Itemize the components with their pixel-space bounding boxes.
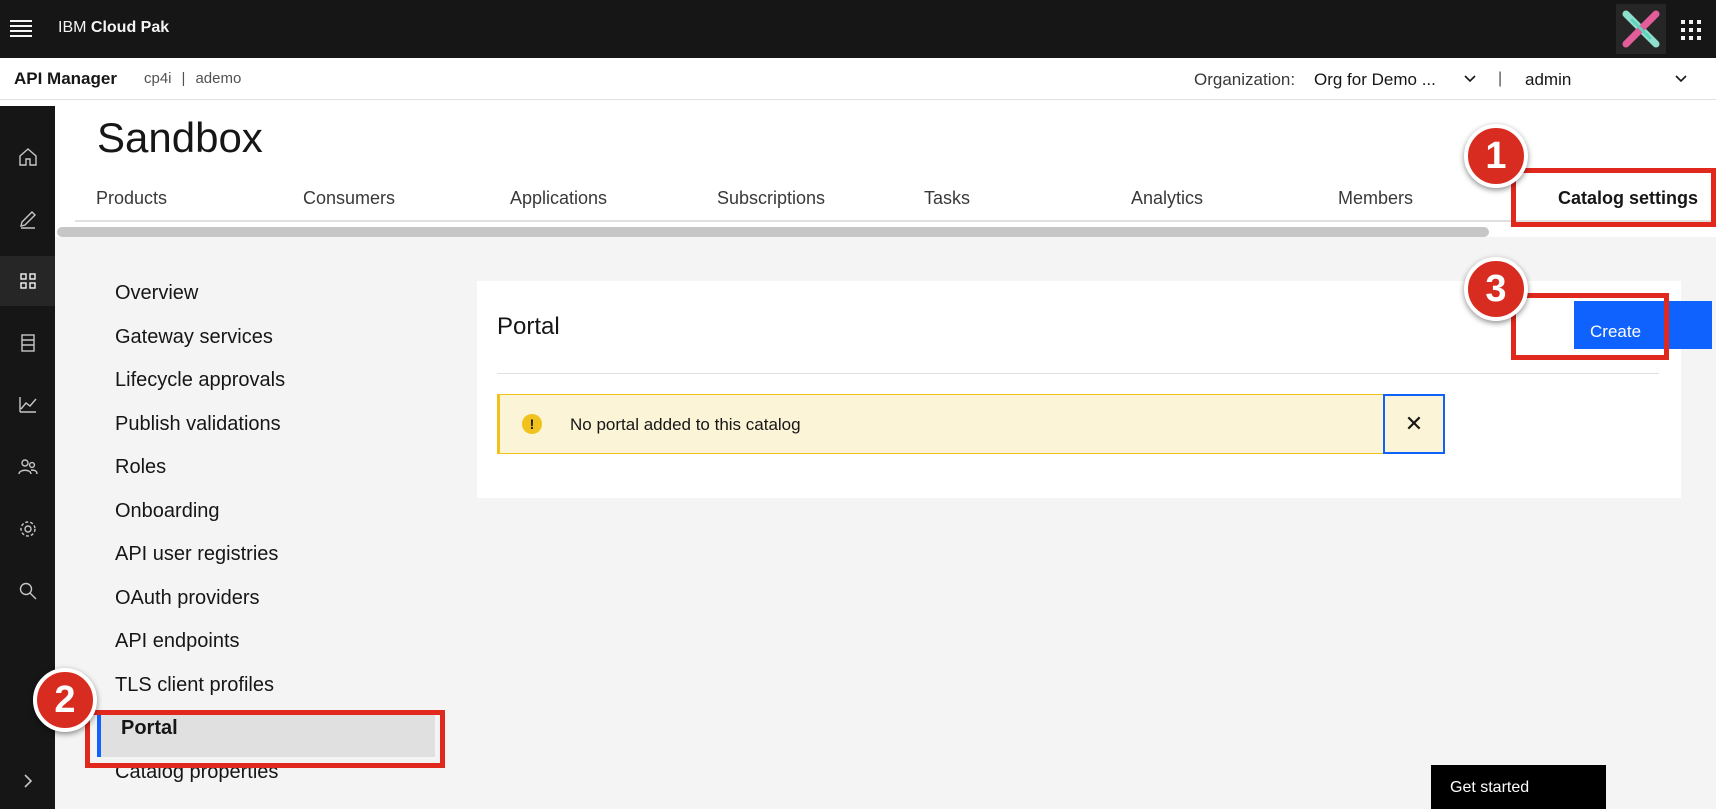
search-icon[interactable] bbox=[0, 566, 55, 616]
portal-title: Portal bbox=[497, 313, 560, 340]
tabs-scrollbar[interactable] bbox=[57, 227, 1489, 237]
organization-select[interactable]: Org for Demo ... bbox=[1314, 70, 1436, 90]
home-icon[interactable] bbox=[0, 132, 55, 182]
step-badge-1: 1 bbox=[1464, 124, 1528, 188]
step-badge-3: 3 bbox=[1464, 257, 1528, 321]
page-title: Sandbox bbox=[97, 114, 263, 161]
organization-label: Organization: bbox=[1194, 70, 1296, 89]
tab-applications[interactable]: Applications bbox=[489, 178, 696, 222]
header-divider: | bbox=[1498, 70, 1503, 87]
global-header: IBM Cloud Pak bbox=[0, 0, 1716, 58]
notification-message: No portal added to this catalog bbox=[570, 415, 801, 434]
close-icon[interactable]: ✕ bbox=[1383, 394, 1445, 454]
brand-name[interactable]: IBM Cloud Pak bbox=[58, 19, 169, 37]
get-started-button[interactable]: Get started bbox=[1431, 765, 1606, 809]
users-icon[interactable] bbox=[0, 442, 55, 492]
edit-icon[interactable] bbox=[0, 194, 55, 244]
brand-product: Cloud Pak bbox=[90, 19, 170, 36]
app-name[interactable]: API Manager bbox=[14, 69, 117, 89]
tab-subscriptions[interactable]: Subscriptions bbox=[696, 178, 903, 222]
annotation-box-portal bbox=[85, 710, 445, 768]
warning-icon: ! bbox=[522, 414, 542, 434]
app-header: API Manager cp4i | ademo Organization: Org… bbox=[0, 58, 1716, 100]
sidenav-item-gateway-services[interactable]: Gateway services bbox=[95, 322, 435, 366]
sidenav-item-api-endpoints[interactable]: API endpoints bbox=[95, 626, 435, 670]
breadcrumb-separator: | bbox=[181, 70, 186, 87]
chevron-down-icon[interactable] bbox=[1674, 72, 1688, 86]
tab-tasks[interactable]: Tasks bbox=[903, 178, 1110, 222]
breadcrumb: cp4i | ademo bbox=[144, 70, 241, 87]
sidenav-item-tls-client-profiles[interactable]: TLS client profiles bbox=[95, 670, 435, 714]
sidenav-item-lifecycle-approvals[interactable]: Lifecycle approvals bbox=[95, 365, 435, 409]
tab-analytics[interactable]: Analytics bbox=[1110, 178, 1317, 222]
sidenav-item-publish-validations[interactable]: Publish validations bbox=[95, 409, 435, 453]
main-content: Sandbox Products Consumers Applications … bbox=[55, 100, 1716, 809]
sidenav-item-api-user-registries[interactable]: API user registries bbox=[95, 539, 435, 583]
logo-x-icon bbox=[1622, 10, 1660, 48]
page-root: IBM Cloud Pak API Manager cp4i | ademo Org… bbox=[0, 0, 1716, 809]
settings-icon[interactable] bbox=[0, 504, 55, 554]
sidenav-item-roles[interactable]: Roles bbox=[95, 452, 435, 496]
sidenav-item-onboarding[interactable]: Onboarding bbox=[95, 496, 435, 540]
analytics-icon[interactable] bbox=[0, 380, 55, 430]
expand-icon[interactable] bbox=[0, 756, 55, 806]
card-divider bbox=[497, 373, 1659, 374]
sidenav-item-oauth-providers[interactable]: OAuth providers bbox=[95, 583, 435, 627]
user-menu[interactable]: admin bbox=[1525, 70, 1571, 90]
catalog-tabs: Products Consumers Applications Subscrip… bbox=[75, 178, 1716, 222]
tab-products[interactable]: Products bbox=[75, 178, 282, 222]
cloud-pak-logo-icon[interactable] bbox=[1616, 4, 1666, 54]
app-switcher-icon[interactable] bbox=[1681, 20, 1701, 40]
step-badge-2: 2 bbox=[33, 668, 97, 732]
annotation-box-catalog-settings bbox=[1511, 168, 1716, 227]
breadcrumb-instance[interactable]: cp4i bbox=[144, 70, 172, 87]
menu-icon[interactable] bbox=[10, 17, 32, 39]
chevron-down-icon[interactable] bbox=[1463, 72, 1477, 86]
annotation-box-create bbox=[1511, 293, 1669, 360]
tab-consumers[interactable]: Consumers bbox=[282, 178, 489, 222]
brand-prefix: IBM bbox=[58, 19, 87, 36]
catalog-icon[interactable] bbox=[0, 318, 55, 368]
apps-grid-icon[interactable] bbox=[0, 256, 55, 306]
breadcrumb-namespace[interactable]: ademo bbox=[195, 70, 241, 87]
sidenav-item-overview[interactable]: Overview bbox=[95, 278, 435, 322]
warning-notification: ! No portal added to this catalog ✕ bbox=[497, 394, 1445, 454]
